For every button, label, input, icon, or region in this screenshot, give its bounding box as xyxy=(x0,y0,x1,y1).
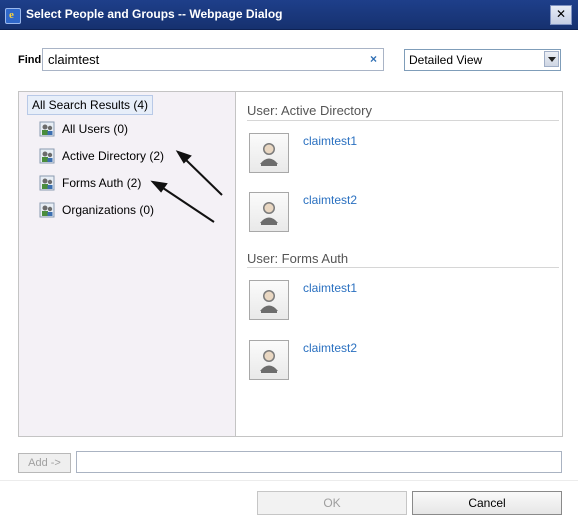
user-name-link[interactable]: claimtest2 xyxy=(303,193,357,207)
selected-people-field[interactable] xyxy=(76,451,562,473)
cancel-button[interactable]: Cancel xyxy=(412,491,562,515)
ok-button[interactable]: OK xyxy=(257,491,407,515)
user-result-card[interactable]: claimtest2 xyxy=(249,340,549,384)
group-icon xyxy=(39,121,55,137)
ie-window-icon: e xyxy=(5,8,21,24)
search-input[interactable] xyxy=(46,51,360,68)
tree-item-label: All Users (0) xyxy=(62,122,129,136)
user-avatar-icon xyxy=(249,280,289,320)
user-result-card[interactable]: claimtest1 xyxy=(249,133,549,177)
results-tree: All Search Results (4) All Users (0) Act… xyxy=(19,92,236,436)
user-result-card[interactable]: claimtest2 xyxy=(249,192,549,236)
search-box[interactable]: × xyxy=(42,48,384,71)
group-icon xyxy=(39,202,55,218)
user-name-link[interactable]: claimtest1 xyxy=(303,134,357,148)
add-button[interactable]: Add -> xyxy=(18,453,71,473)
user-avatar-icon xyxy=(249,340,289,380)
user-name-link[interactable]: claimtest2 xyxy=(303,341,357,355)
user-result-card[interactable]: claimtest1 xyxy=(249,280,549,324)
title-bar: e Select People and Groups -- Webpage Di… xyxy=(0,0,578,30)
section-divider xyxy=(247,120,559,121)
find-label: Find xyxy=(18,54,42,66)
user-avatar-icon xyxy=(249,192,289,232)
window-title: Select People and Groups -- Webpage Dial… xyxy=(26,7,283,21)
tree-item-label: Active Directory (2) xyxy=(62,149,165,163)
footer-divider xyxy=(0,480,578,481)
group-icon xyxy=(39,175,55,191)
group-icon xyxy=(39,148,55,164)
section-heading-active-directory: User: Active Directory xyxy=(247,103,372,118)
view-select[interactable]: Detailed View xyxy=(404,49,561,71)
section-divider xyxy=(247,267,559,268)
user-avatar-icon xyxy=(249,133,289,173)
clear-icon[interactable]: × xyxy=(370,52,377,66)
tree-item-label: Forms Auth (2) xyxy=(62,176,142,190)
close-button[interactable]: ✕ xyxy=(550,5,572,25)
dropdown-arrow-icon[interactable] xyxy=(544,51,559,67)
user-name-link[interactable]: claimtest1 xyxy=(303,281,357,295)
tree-item-label: Organizations (0) xyxy=(62,203,155,217)
tree-root-all-results[interactable]: All Search Results (4) xyxy=(27,95,154,115)
section-heading-forms-auth: User: Forms Auth xyxy=(247,251,349,266)
view-selected-value: Detailed View xyxy=(409,53,483,67)
